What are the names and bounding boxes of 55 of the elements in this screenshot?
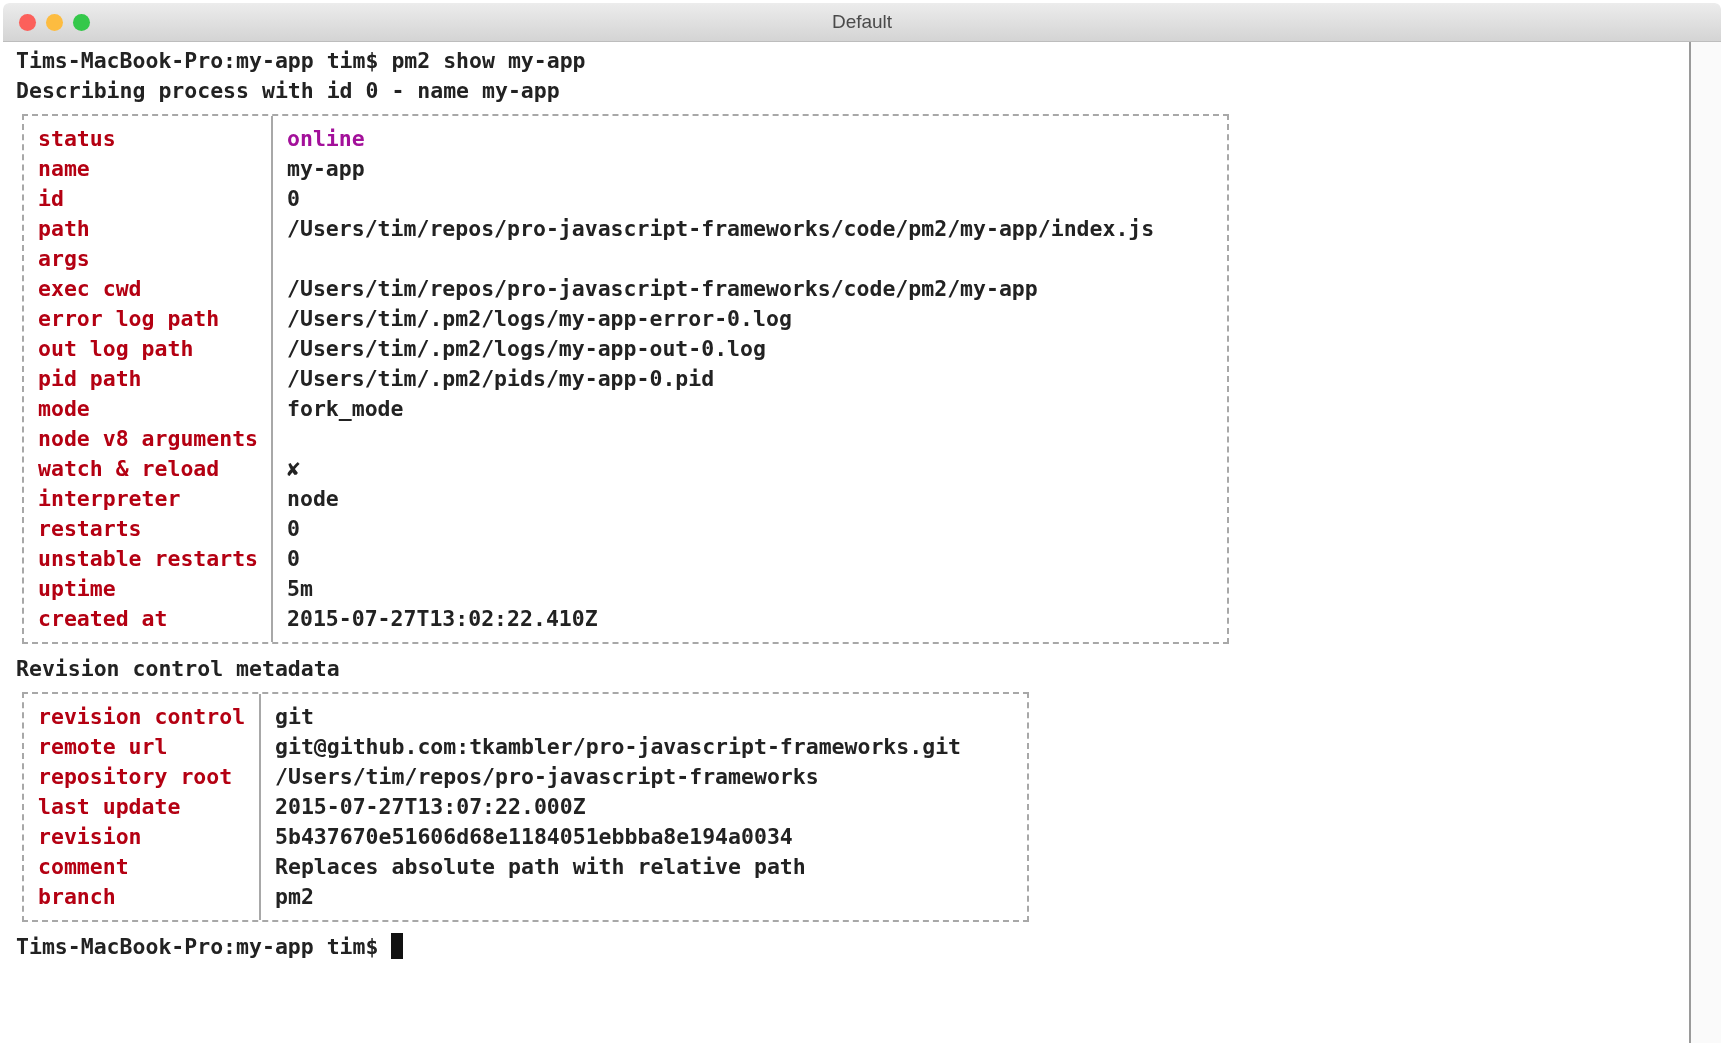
table-value: /Users/tim/.pm2/logs/my-app-out-0.log [286,335,767,363]
terminal-line: Describing process with id 0 - name my-app [16,78,560,103]
table-key: pid path [24,364,271,394]
table-value: 2015-07-27T13:02:22.410Z [286,605,599,633]
table-value: git [274,703,315,731]
table-value: online [286,125,366,153]
section-heading: Revision control metadata [16,656,340,681]
table-value: /Users/tim/repos/pro-javascript-frameworks/code/pm2/my-app/index.js [286,215,1156,243]
table-key: id [24,184,271,214]
table-value: 5m [286,575,314,603]
table-key: out log path [24,334,271,364]
table-value: ✘ [286,455,301,483]
table-key: repository root [24,762,259,792]
table-key: watch & reload [24,454,271,484]
table-key: last update [24,792,259,822]
table-key: status [24,124,271,154]
table-value: 2015-07-27T13:07:22.000Z [274,793,587,821]
table-key: revision control [24,702,259,732]
table-key: args [24,244,271,274]
table-key: exec cwd [24,274,271,304]
table-key: created at [24,604,271,634]
table-key: node v8 arguments [24,424,271,454]
table-key: interpreter [24,484,271,514]
table-key: error log path [24,304,271,334]
table-key: uptime [24,574,271,604]
table-value: fork_mode [286,395,405,423]
table-value: /Users/tim/.pm2/logs/my-app-error-0.log [286,305,793,333]
table-value: 0 [286,515,301,543]
table-key: restarts [24,514,271,544]
table-value: 5b437670e51606d68e1184051ebbba8e194a0034 [274,823,794,851]
table-key: name [24,154,271,184]
window-title: Default [831,11,893,33]
zoom-icon[interactable] [73,13,90,31]
table-key: remote url [24,732,259,762]
table-key: mode [24,394,271,424]
table-key: path [24,214,271,244]
close-icon[interactable] [19,13,36,31]
minimize-icon[interactable] [46,13,63,31]
table-value: Replaces absolute path with relative path [274,853,807,881]
shell-prompt: Tims-MacBook-Pro:my-app tim$ [16,934,379,959]
table-value: 0 [286,545,301,573]
text-cursor [391,933,404,959]
table-value: git@github.com:tkambler/pro-javascript-frameworks.git [274,733,963,761]
table-key: branch [24,882,259,912]
table-key: comment [24,852,259,882]
table-key: revision [24,822,259,852]
table-value: /Users/tim/repos/pro-javascript-frameworks [274,763,820,791]
table-value: my-app [286,155,366,183]
table-value: pm2 [274,883,315,911]
table-value: 0 [286,185,301,213]
terminal-line: Tims-MacBook-Pro:my-app tim$ pm2 show my-app [16,48,586,73]
table-value: node [286,485,340,513]
table-value: /Users/tim/repos/pro-javascript-frameworks/code/pm2/my-app [286,275,1039,303]
table-value: /Users/tim/.pm2/pids/my-app-0.pid [286,365,716,393]
table-key: unstable restarts [24,544,271,574]
